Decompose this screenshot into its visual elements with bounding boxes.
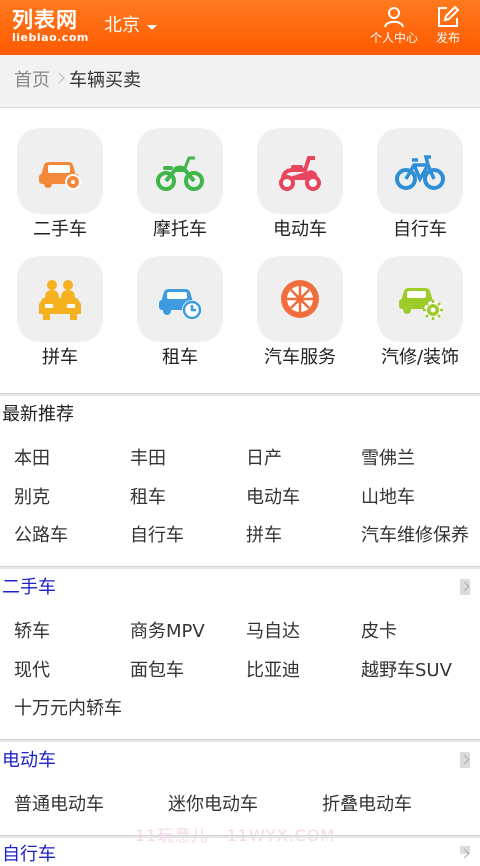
link-item[interactable]: 雪佛兰 <box>361 448 477 470</box>
link-item[interactable]: 现代 <box>14 660 130 682</box>
link-item[interactable]: 折叠电动车 <box>322 794 412 816</box>
link-item[interactable]: 丰田 <box>130 448 246 470</box>
link-item[interactable]: 日产 <box>246 448 362 470</box>
car-icon <box>17 128 103 214</box>
car-rental-icon <box>137 256 223 342</box>
user-center-label: 个人中心 <box>369 31 418 45</box>
bicycle-icon <box>377 128 463 214</box>
link-item[interactable]: 汽车维修保养 <box>361 525 469 547</box>
link-item[interactable]: 电动车 <box>246 487 362 509</box>
post-label: 发布 <box>435 31 460 45</box>
motorcycle-icon <box>137 128 223 214</box>
link-item[interactable]: 商务MPV <box>130 621 246 643</box>
user-center-button[interactable]: 个人中心 <box>366 6 422 45</box>
breadcrumb: 首页 车辆买卖 <box>0 55 480 108</box>
section-title-ebike[interactable]: 电动车 <box>2 750 56 772</box>
user-icon <box>384 7 404 28</box>
link-item[interactable]: 轿车 <box>14 621 130 643</box>
category-bicycle[interactable]: 自行车 <box>360 110 480 240</box>
link-item[interactable]: 十万元内轿车 <box>14 698 122 720</box>
category-label: 租车 <box>162 347 198 368</box>
section-title-used-car[interactable]: 二手车 <box>2 577 56 599</box>
logo-text: 列表网 <box>12 7 78 32</box>
section-divider <box>0 566 480 569</box>
category-label: 汽车服务 <box>264 347 336 368</box>
carpool-icon <box>17 256 103 342</box>
section-divider <box>0 393 480 396</box>
link-item[interactable]: 自行车 <box>130 525 246 547</box>
link-item[interactable]: 普通电动车 <box>14 794 104 816</box>
link-item[interactable]: 公路车 <box>14 525 130 547</box>
chevron-right-icon[interactable] <box>460 579 470 595</box>
category-car-service[interactable]: 汽车服务 <box>240 238 360 368</box>
link-item[interactable]: 租车 <box>130 487 246 509</box>
city-selector[interactable]: 北京 <box>104 15 140 37</box>
link-item[interactable]: 别克 <box>14 487 130 509</box>
breadcrumb-current: 车辆买卖 <box>69 70 141 91</box>
breadcrumb-home[interactable]: 首页 <box>14 70 50 92</box>
car-repair-icon <box>377 256 463 342</box>
category-car-rental[interactable]: 租车 <box>120 238 240 368</box>
link-item[interactable]: 拼车 <box>246 525 362 547</box>
section-title-recommend: 最新推荐 <box>2 404 74 425</box>
site-logo[interactable]: 列表网 lieblao.com <box>12 8 96 48</box>
link-item[interactable]: 面包车 <box>130 660 246 682</box>
chevron-right-icon <box>53 72 65 84</box>
app-header: 列表网 lieblao.com 北京 个人中心 发布 <box>0 0 480 55</box>
section-title-bicycle[interactable]: 自行车 <box>2 844 56 866</box>
link-item[interactable]: 马自达 <box>246 621 362 643</box>
link-item[interactable]: 皮卡 <box>361 621 477 643</box>
logo-domain: lieblao.com <box>12 31 89 44</box>
chevron-right-icon[interactable] <box>460 752 470 768</box>
watermark: 11玩意儿 · 11WYX.COM <box>135 822 335 846</box>
link-item[interactable]: 比亚迪 <box>246 660 362 682</box>
category-ebike[interactable]: 电动车 <box>240 110 360 240</box>
link-item[interactable]: 山地车 <box>361 487 477 509</box>
chevron-right-icon[interactable] <box>460 846 470 854</box>
category-used-car[interactable]: 二手车 <box>0 110 120 240</box>
edit-icon <box>438 6 459 27</box>
scooter-icon <box>257 128 343 214</box>
category-grid: 二手车 摩托车 电动车 自行车 拼车 租车 汽车服务 汽修/装饰 <box>0 110 480 395</box>
chevron-down-icon[interactable] <box>147 25 157 30</box>
section-divider <box>0 739 480 742</box>
category-label: 拼车 <box>42 347 78 368</box>
link-item[interactable]: 本田 <box>14 448 130 470</box>
section-divider <box>0 835 480 838</box>
post-button[interactable]: 发布 <box>430 6 466 45</box>
category-motorcycle[interactable]: 摩托车 <box>120 110 240 240</box>
link-item[interactable]: 越野车SUV <box>361 660 452 682</box>
link-item[interactable]: 迷你电动车 <box>168 794 258 816</box>
wheel-icon <box>257 256 343 342</box>
category-carpool[interactable]: 拼车 <box>0 238 120 368</box>
category-label: 汽修/装饰 <box>380 347 460 368</box>
category-car-repair[interactable]: 汽修/装饰 <box>360 238 480 368</box>
